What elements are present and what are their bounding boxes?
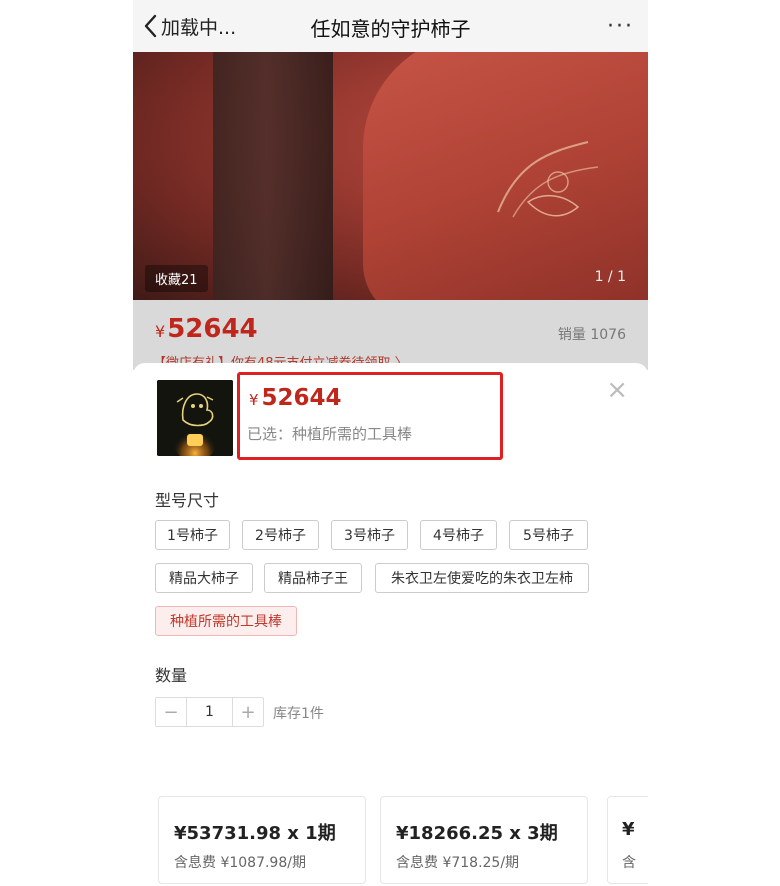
option-3[interactable]: 3号柿子 xyxy=(331,520,408,550)
more-icon[interactable]: ··· xyxy=(607,14,634,39)
image-page-indicator: 1 / 1 xyxy=(594,269,626,285)
favorites-badge[interactable]: 收藏21 xyxy=(145,265,208,292)
minus-icon[interactable]: − xyxy=(156,698,186,726)
sku-selection-sheet: × ¥52644 已选：种植所需的工具棒 型号尺寸 1号柿子 2号柿子 3号柿子… xyxy=(133,363,648,886)
installment-fee: 含息费 ¥1087.98/期 xyxy=(174,855,306,871)
installment-option-1[interactable]: ¥53731.98 x 1期 含息费 ¥1087.98/期 xyxy=(158,796,366,884)
image-drape xyxy=(213,52,333,300)
option-7[interactable]: 精品柿子王 xyxy=(264,563,362,593)
installment-amount: ¥ xyxy=(622,819,635,840)
quantity-value[interactable]: 1 xyxy=(186,698,233,726)
nav-bar: 加载中... 任如意的守护柿子 ··· xyxy=(133,0,648,52)
product-image[interactable]: 收藏21 1 / 1 xyxy=(133,52,648,300)
currency-symbol: ¥ xyxy=(155,322,166,341)
installment-option-2[interactable]: ¥18266.25 x 3期 含息费 ¥718.25/期 xyxy=(380,796,588,884)
installment-amount: ¥18266.25 x 3期 xyxy=(396,823,558,844)
installment-fee: 含息费 ¥718.25/期 xyxy=(396,855,520,871)
quantity-stepper: − 1 + xyxy=(155,697,264,727)
selected-price: ¥52644 xyxy=(249,385,342,411)
sales-count: 销量 1076 xyxy=(557,327,626,343)
option-8[interactable]: 朱衣卫左使爱吃的朱衣卫左柿 xyxy=(375,563,589,593)
image-embroidery xyxy=(497,141,599,218)
price-value: 52644 xyxy=(167,314,258,344)
option-2[interactable]: 2号柿子 xyxy=(242,520,319,550)
price-value: 52644 xyxy=(261,385,342,411)
option-4[interactable]: 4号柿子 xyxy=(420,520,497,550)
option-1[interactable]: 1号柿子 xyxy=(155,520,230,550)
installment-option-3[interactable]: ¥ 含 xyxy=(607,796,648,884)
option-9-selected[interactable]: 种植所需的工具棒 xyxy=(155,606,297,636)
option-5[interactable]: 5号柿子 xyxy=(509,520,588,550)
stock-text: 库存1件 xyxy=(273,706,324,722)
selected-option-text: 已选：种植所需的工具棒 xyxy=(247,425,413,443)
phone-screen: 加载中... 任如意的守护柿子 ··· 收藏21 1 / 1 ¥52644 销量… xyxy=(133,0,648,886)
installment-fee: 含 xyxy=(622,855,636,871)
plus-icon[interactable]: + xyxy=(233,698,263,726)
close-icon[interactable]: × xyxy=(606,375,628,405)
price-strip: ¥52644 销量 1076 【微店有礼】你有48元支付立减券待领取 〉 xyxy=(133,300,648,371)
size-section-label: 型号尺寸 xyxy=(155,491,220,510)
quantity-section-label: 数量 xyxy=(155,666,188,685)
option-6[interactable]: 精品大柿子 xyxy=(155,563,253,593)
lamp-image xyxy=(157,380,233,456)
installment-amount: ¥53731.98 x 1期 xyxy=(174,823,336,844)
page-title: 任如意的守护柿子 xyxy=(310,17,471,41)
product-thumbnail xyxy=(157,380,233,456)
currency-symbol: ¥ xyxy=(249,391,259,409)
product-price: ¥52644 xyxy=(155,314,258,344)
